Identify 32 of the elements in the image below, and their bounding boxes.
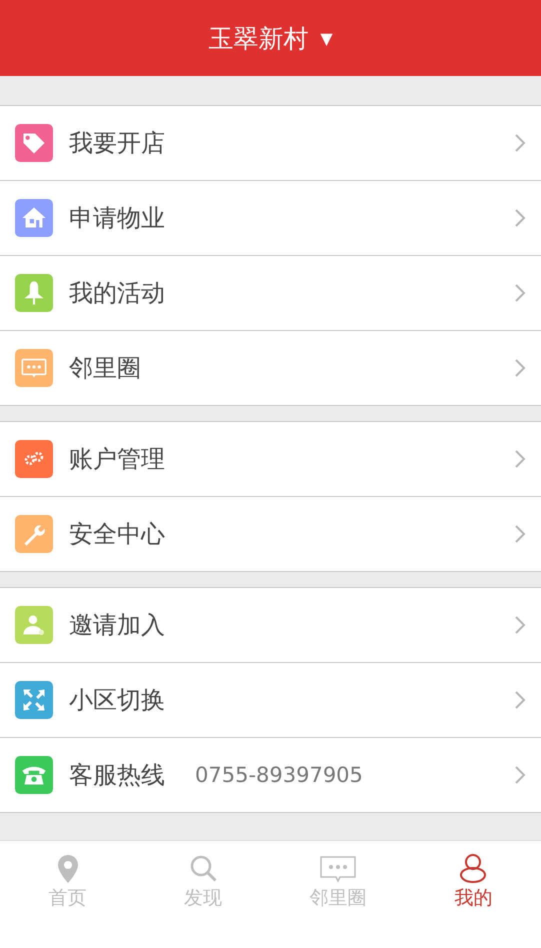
dropdown-arrow[interactable]: ▼ <box>320 28 333 48</box>
location-title[interactable]: 玉翠新村 <box>208 22 308 54</box>
chevron-right-icon <box>514 358 526 378</box>
chevron-right-icon <box>514 208 526 228</box>
menu-item[interactable]: 申请物业 <box>0 181 541 256</box>
menu-item[interactable]: 我的活动 <box>0 256 541 331</box>
menu-item[interactable]: 安全中心 <box>0 497 541 571</box>
menu-item[interactable]: 邀请加入 <box>0 588 541 663</box>
menu-label: 我的活动 <box>69 278 165 309</box>
person-icon[interactable] <box>458 853 488 883</box>
menu-item[interactable]: 邻里圈 <box>0 331 541 405</box>
menu-item[interactable]: 我要开店 <box>0 106 541 181</box>
chevron-right-icon <box>514 690 526 710</box>
chevron-right-icon <box>514 524 526 544</box>
tab[interactable]: 我的 <box>454 885 492 911</box>
chevron-right-icon <box>514 449 526 469</box>
menu-item[interactable]: 账户管理 <box>0 422 541 497</box>
menu-item[interactable]: 小区切换 <box>0 663 541 738</box>
chevron-right-icon <box>514 615 526 635</box>
menu-item[interactable]: 客服热线 0755-89397905 <box>0 738 541 812</box>
menu-label: 邻里圈 <box>69 353 141 384</box>
menu-label: 安全中心 <box>69 519 165 550</box>
chevron-right-icon <box>514 283 526 303</box>
menu-label: 客服热线 <box>69 760 165 791</box>
menu-label: 小区切换 <box>69 685 165 716</box>
phone-number: 0755-89397905 <box>195 763 363 787</box>
menu-label: 申请物业 <box>69 203 165 234</box>
chevron-right-icon <box>514 133 526 153</box>
chevron-right-icon <box>514 765 526 785</box>
menu-label: 账户管理 <box>69 444 165 475</box>
menu-label: 邀请加入 <box>69 610 165 641</box>
menu-label: 我要开店 <box>69 128 165 159</box>
